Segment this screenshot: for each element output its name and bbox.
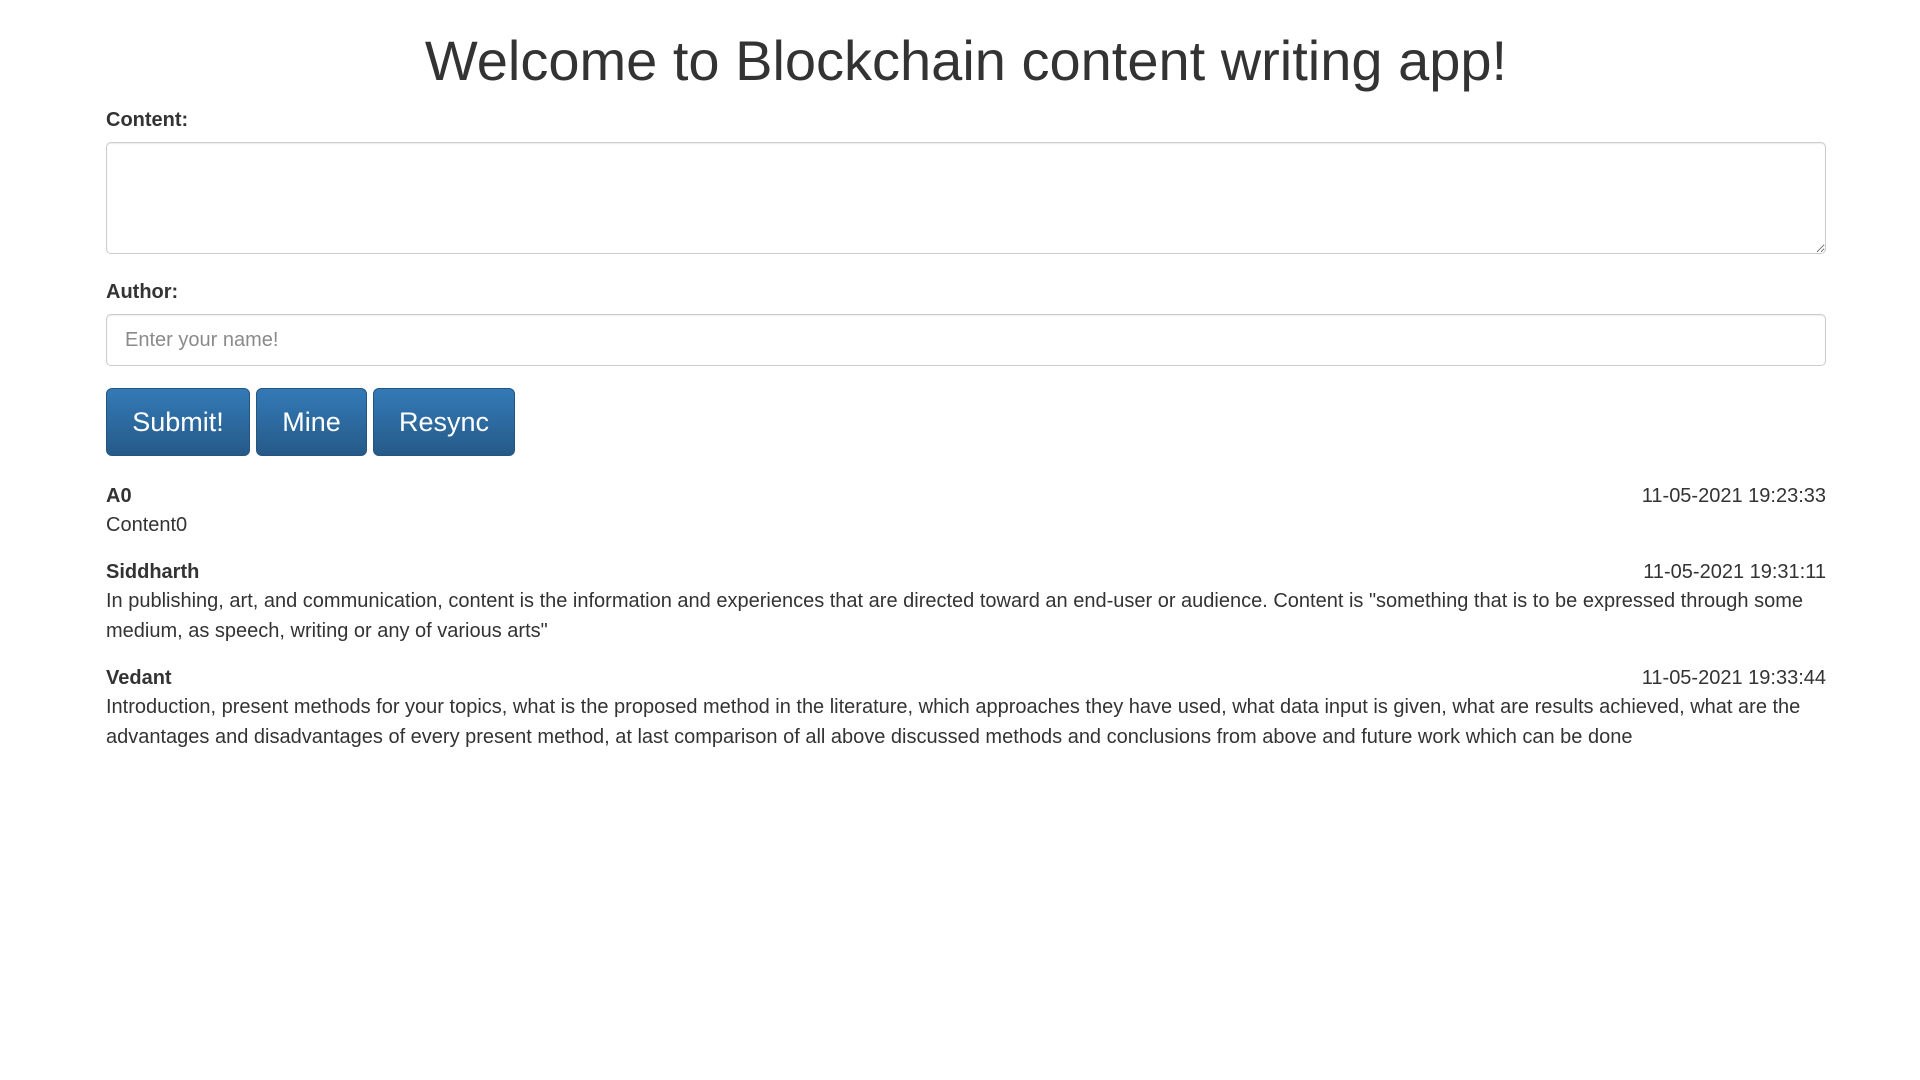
post-content: In publishing, art, and communication, c… (106, 590, 1803, 642)
content-label: Content: (106, 109, 189, 131)
resync-button[interactable]: Resync (373, 388, 515, 456)
submit-button[interactable]: Submit! (106, 388, 250, 456)
page-title: Welcome to Blockchain content writing ap… (424, 29, 1508, 92)
post-item: Vedant 11-05-2021 19:33:44 Introduction,… (106, 666, 1826, 752)
post-timestamp: 11-05-2021 19:23:33 (1641, 485, 1826, 507)
button-row: Submit! Mine Resync (106, 388, 1826, 456)
content-textarea[interactable] (106, 142, 1826, 254)
author-input[interactable] (106, 314, 1826, 366)
main-container: Welcome to Blockchain content writing ap… (106, 0, 1826, 772)
post-header: Vedant 11-05-2021 19:33:44 (106, 666, 1826, 690)
mine-button[interactable]: Mine (256, 388, 367, 456)
post-item: A0 11-05-2021 19:23:33 Content0 (106, 484, 1826, 540)
post-author: A0 (106, 485, 132, 507)
post-content: Introduction, present methods for your t… (106, 696, 1801, 748)
post-item: Siddharth 11-05-2021 19:31:11 In publish… (106, 560, 1826, 646)
post-form: Content: Author: Submit! Mine Resync (106, 108, 1826, 456)
post-content: Content0 (106, 514, 188, 536)
post-timestamp: 11-05-2021 19:33:44 (1641, 667, 1826, 689)
post-header: A0 11-05-2021 19:23:33 (106, 484, 1826, 508)
post-timestamp: 11-05-2021 19:31:11 (1643, 561, 1826, 583)
author-label: Author: (106, 281, 179, 303)
post-author: Vedant (106, 667, 172, 689)
posts-list: A0 11-05-2021 19:23:33 Content0 Siddhart… (106, 484, 1826, 752)
post-author: Siddharth (106, 561, 200, 583)
post-header: Siddharth 11-05-2021 19:31:11 (106, 560, 1826, 584)
